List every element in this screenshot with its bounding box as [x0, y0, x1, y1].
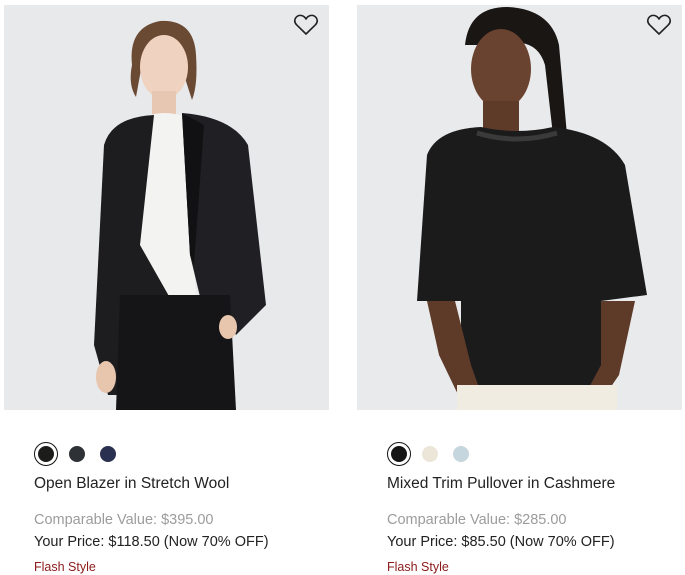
comparable-value: Comparable Value: $395.00	[34, 512, 214, 528]
your-price: Your Price: $118.50 (Now 70% OFF)	[34, 534, 269, 550]
swatch-dot	[69, 446, 85, 462]
swatch-dot	[453, 446, 469, 462]
model-in-pullover-illustration	[357, 5, 682, 410]
flash-style-tag: Flash Style	[34, 560, 96, 574]
comparable-value: Comparable Value: $285.00	[387, 512, 567, 528]
your-price: Your Price: $85.50 (Now 70% OFF)	[387, 534, 615, 550]
swatch-dot	[100, 446, 116, 462]
product-image-mixed-trim-pullover[interactable]	[357, 5, 682, 410]
color-swatch-pale-blue[interactable]	[449, 442, 473, 466]
flash-style-tag: Flash Style	[387, 560, 449, 574]
heart-outline-icon[interactable]	[646, 13, 672, 37]
color-swatch-black[interactable]	[387, 442, 411, 466]
heart-outline-icon[interactable]	[293, 13, 319, 37]
color-swatch-navy[interactable]	[96, 442, 120, 466]
product-name[interactable]: Open Blazer in Stretch Wool	[34, 475, 229, 493]
swatch-dot	[391, 446, 407, 462]
color-swatch-ivory[interactable]	[418, 442, 442, 466]
color-swatches	[34, 442, 127, 466]
swatch-dot	[38, 446, 54, 462]
product-card-open-blazer[interactable]: Open Blazer in Stretch Wool Comparable V…	[4, 0, 329, 575]
product-image-open-blazer[interactable]	[4, 5, 329, 410]
color-swatches	[387, 442, 480, 466]
swatch-dot	[422, 446, 438, 462]
product-name[interactable]: Mixed Trim Pullover in Cashmere	[387, 475, 615, 493]
model-in-blazer-illustration	[4, 5, 329, 410]
product-card-mixed-trim-pullover[interactable]: Mixed Trim Pullover in Cashmere Comparab…	[357, 0, 682, 575]
color-swatch-charcoal[interactable]	[65, 442, 89, 466]
color-swatch-black[interactable]	[34, 442, 58, 466]
